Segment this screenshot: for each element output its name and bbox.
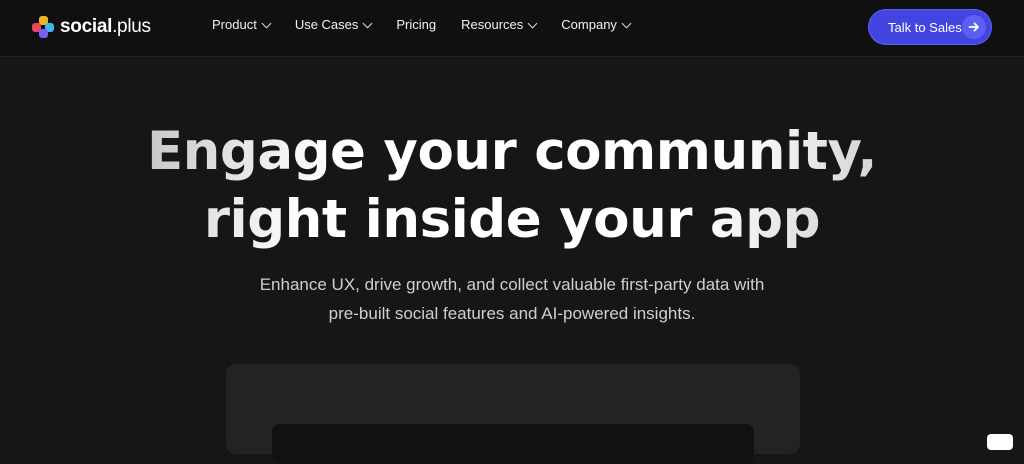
arrow-right-icon — [962, 15, 986, 39]
nav-item-use-cases[interactable]: Use Cases — [294, 17, 373, 32]
top-navigation: social.plus Product Use Cases Pricing Re… — [0, 0, 1024, 57]
hero-title-line-2: right inside your app — [0, 186, 1024, 254]
chevron-down-icon — [261, 18, 272, 28]
main-menu: Product Use Cases Pricing Resources Comp… — [212, 17, 655, 32]
logo-mark-icon — [32, 16, 54, 38]
brand-logo[interactable]: social.plus — [32, 14, 151, 40]
chevron-down-icon — [362, 18, 373, 28]
hero-preview-inner — [272, 424, 754, 464]
hero-subtitle: Enhance UX, drive growth, and collect va… — [0, 270, 1024, 328]
brand-name: social.plus — [60, 16, 151, 38]
chevron-down-icon — [527, 18, 538, 28]
nav-item-pricing[interactable]: Pricing — [396, 17, 436, 32]
nav-item-label: Resources — [461, 17, 524, 32]
brand-name-bold: social — [60, 16, 113, 37]
nav-item-label: Use Cases — [294, 17, 359, 32]
nav-item-label: Pricing — [396, 17, 437, 32]
hero-subtitle-line-2: pre-built social features and AI-powered… — [328, 304, 696, 323]
nav-item-resources[interactable]: Resources — [461, 17, 538, 32]
floating-widget[interactable] — [987, 434, 1013, 450]
hero-title-line-1: Engage your community, — [0, 118, 1024, 186]
nav-item-label: Company — [561, 17, 617, 32]
talk-to-sales-button[interactable]: Talk to Sales — [868, 9, 992, 45]
talk-to-sales-label: Talk to Sales — [888, 19, 962, 35]
nav-item-company[interactable]: Company — [561, 17, 632, 32]
brand-name-suffix: .plus — [112, 16, 151, 37]
nav-item-label: Product — [212, 17, 257, 32]
hero-subtitle-line-1: Enhance UX, drive growth, and collect va… — [259, 275, 765, 294]
nav-item-product[interactable]: Product — [212, 17, 272, 32]
hero-title: Engage your community, right inside your… — [0, 118, 1024, 254]
chevron-down-icon — [621, 18, 632, 28]
